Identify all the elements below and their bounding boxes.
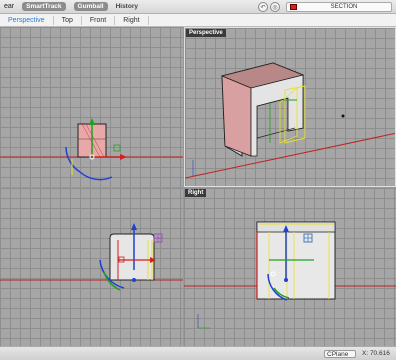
layer-selector[interactable]: SECTION xyxy=(286,2,392,12)
viewport-right[interactable]: Right xyxy=(184,188,396,346)
smarttrack-button[interactable]: SmartTrack xyxy=(22,2,66,11)
tab-right[interactable]: Right xyxy=(115,15,149,25)
x-axis-line xyxy=(185,132,395,179)
top-view-drawing xyxy=(0,118,183,181)
layer-color-swatch xyxy=(290,4,297,10)
viewport-front[interactable] xyxy=(0,188,183,346)
status-bar: CPlane X: 70.616 xyxy=(0,346,396,360)
object-outline xyxy=(109,233,155,281)
front-view-drawing xyxy=(0,223,183,291)
cplane-selector[interactable]: CPlane xyxy=(324,350,356,358)
tab-perspective[interactable]: Perspective xyxy=(0,15,54,25)
coordinate-readout: X: 70.616 xyxy=(362,350,390,357)
tab-front[interactable]: Front xyxy=(82,15,116,25)
perspective-drawing xyxy=(185,62,395,179)
layer-name: SECTION xyxy=(330,4,358,10)
tab-top[interactable]: Top xyxy=(54,15,82,25)
gumball-button[interactable]: Gumball xyxy=(73,2,108,11)
viewport-perspective[interactable]: Perspective xyxy=(184,27,396,187)
undo-icon[interactable]: ↶ xyxy=(258,2,268,12)
viewport-top[interactable] xyxy=(0,27,183,187)
history-button[interactable]: History xyxy=(116,3,138,10)
menu-item-partial[interactable]: ear xyxy=(4,3,14,10)
right-view-drawing xyxy=(184,221,396,329)
gumball-y-arrow xyxy=(89,118,95,125)
target-icon[interactable]: ◎ xyxy=(270,2,280,12)
viewport-tabs: Perspective Top Front Right xyxy=(0,14,396,27)
